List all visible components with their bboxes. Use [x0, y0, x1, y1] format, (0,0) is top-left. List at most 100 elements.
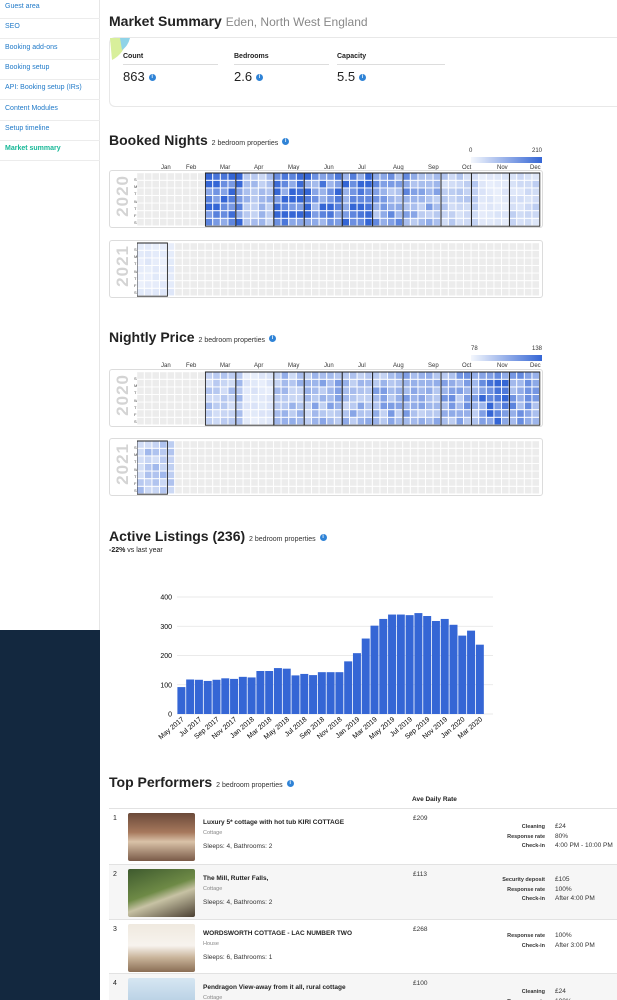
day-cell[interactable]: [151, 456, 160, 464]
day-cell[interactable]: [273, 265, 282, 273]
day-cell[interactable]: [357, 471, 365, 479]
day-cell[interactable]: [235, 203, 244, 211]
day-cell[interactable]: [137, 203, 145, 211]
day-cell[interactable]: [220, 371, 228, 380]
day-cell[interactable]: [516, 478, 525, 487]
day-cell[interactable]: [319, 394, 327, 402]
day-cell[interactable]: [182, 394, 190, 402]
day-cell[interactable]: [448, 417, 456, 425]
day-cell[interactable]: [418, 440, 426, 449]
day-cell[interactable]: [137, 478, 145, 487]
day-cell[interactable]: [167, 402, 175, 410]
day-cell[interactable]: [410, 371, 418, 380]
day-cell[interactable]: [258, 463, 266, 471]
sidebar-item-market-summary[interactable]: Market summary: [0, 141, 100, 162]
day-cell[interactable]: [288, 379, 297, 387]
day-cell[interactable]: [349, 463, 358, 471]
day-cell[interactable]: [190, 371, 198, 380]
day-cell[interactable]: [182, 218, 190, 226]
day-cell[interactable]: [159, 448, 167, 456]
day-cell[interactable]: [364, 394, 373, 402]
day-cell[interactable]: [281, 188, 289, 196]
day-cell[interactable]: [319, 188, 327, 196]
day-cell[interactable]: [516, 250, 525, 258]
bar[interactable]: [449, 624, 458, 714]
day-cell[interactable]: [174, 456, 183, 464]
day-cell[interactable]: [471, 409, 479, 418]
day-cell[interactable]: [197, 172, 205, 181]
day-cell[interactable]: [448, 456, 456, 464]
day-cell[interactable]: [159, 172, 167, 181]
day-cell[interactable]: [494, 273, 502, 281]
bar[interactable]: [414, 613, 423, 714]
day-cell[interactable]: [463, 280, 471, 289]
day-cell[interactable]: [281, 486, 289, 494]
bar[interactable]: [388, 614, 397, 714]
day-cell[interactable]: [334, 379, 342, 387]
day-cell[interactable]: [402, 371, 411, 380]
day-cell[interactable]: [364, 218, 373, 226]
day-cell[interactable]: [311, 288, 320, 296]
day-cell[interactable]: [303, 288, 312, 296]
day-cell[interactable]: [501, 448, 509, 456]
day-cell[interactable]: [190, 250, 198, 258]
day-cell[interactable]: [463, 265, 471, 273]
day-cell[interactable]: [303, 258, 312, 266]
day-cell[interactable]: [303, 280, 312, 289]
day-cell[interactable]: [296, 486, 304, 494]
day-cell[interactable]: [235, 195, 244, 203]
day-cell[interactable]: [395, 394, 403, 402]
day-cell[interactable]: [303, 471, 312, 479]
day-cell[interactable]: [364, 273, 373, 281]
day-cell[interactable]: [478, 258, 487, 266]
day-cell[interactable]: [137, 448, 145, 456]
day-cell[interactable]: [516, 394, 525, 402]
day-cell[interactable]: [379, 371, 388, 380]
day-cell[interactable]: [418, 250, 426, 258]
day-cell[interactable]: [334, 180, 342, 188]
day-cell[interactable]: [372, 478, 380, 487]
day-cell[interactable]: [433, 210, 441, 219]
day-cell[interactable]: [296, 471, 304, 479]
day-cell[interactable]: [440, 218, 449, 226]
day-cell[interactable]: [471, 387, 479, 395]
day-cell[interactable]: [235, 448, 244, 456]
day-cell[interactable]: [258, 210, 266, 219]
day-cell[interactable]: [190, 471, 198, 479]
day-cell[interactable]: [319, 463, 327, 471]
day-cell[interactable]: [433, 172, 441, 181]
day-cell[interactable]: [205, 394, 213, 402]
day-cell[interactable]: [319, 486, 327, 494]
day-cell[interactable]: [288, 273, 297, 281]
day-cell[interactable]: [425, 172, 433, 181]
day-cell[interactable]: [440, 440, 449, 449]
day-cell[interactable]: [501, 265, 509, 273]
day-cell[interactable]: [281, 288, 289, 296]
day-cell[interactable]: [418, 371, 426, 380]
day-cell[interactable]: [349, 409, 358, 418]
day-cell[interactable]: [364, 471, 373, 479]
day-cell[interactable]: [296, 172, 304, 181]
day-cell[interactable]: [137, 440, 145, 449]
day-cell[interactable]: [296, 203, 304, 211]
day-cell[interactable]: [410, 387, 418, 395]
bar[interactable]: [291, 675, 300, 714]
day-cell[interactable]: [174, 440, 183, 449]
day-cell[interactable]: [303, 440, 312, 449]
day-cell[interactable]: [387, 448, 396, 456]
day-cell[interactable]: [296, 242, 304, 251]
day-cell[interactable]: [227, 448, 236, 456]
day-cell[interactable]: [303, 478, 312, 487]
day-cell[interactable]: [524, 203, 532, 211]
day-cell[interactable]: [265, 402, 274, 410]
day-cell[interactable]: [151, 265, 160, 273]
day-cell[interactable]: [311, 379, 320, 387]
day-cell[interactable]: [159, 250, 167, 258]
day-cell[interactable]: [471, 203, 479, 211]
day-cell[interactable]: [501, 188, 509, 196]
day-cell[interactable]: [311, 258, 320, 266]
day-cell[interactable]: [190, 188, 198, 196]
day-cell[interactable]: [212, 242, 221, 251]
day-cell[interactable]: [243, 371, 251, 380]
day-cell[interactable]: [167, 280, 175, 289]
